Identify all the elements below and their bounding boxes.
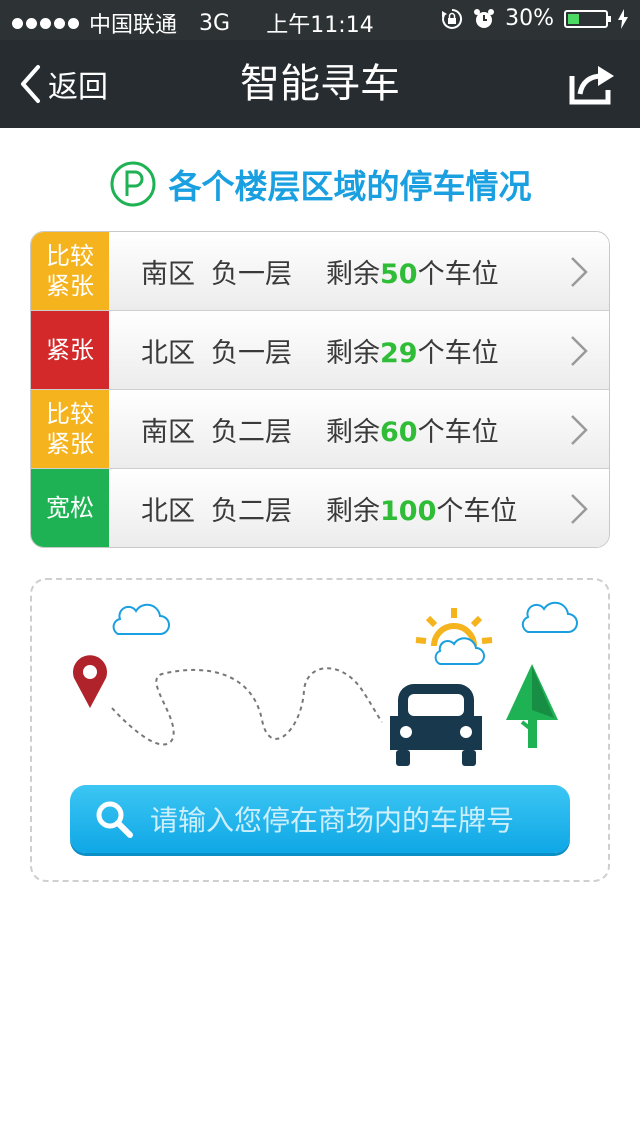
remaining-prefix: 剩余 bbox=[326, 416, 380, 448]
remaining-suffix: 个车位 bbox=[417, 258, 499, 290]
status-badge-label: 比较紧张 bbox=[46, 400, 94, 458]
status-badge: 宽松 bbox=[31, 469, 109, 547]
floor-row-text: 北区 负二层 剩余100个车位 bbox=[141, 489, 517, 528]
remaining-suffix: 个车位 bbox=[417, 337, 499, 369]
chevron-right-icon bbox=[571, 336, 588, 366]
section-heading: 各个楼层区域的停车情况 bbox=[0, 160, 640, 208]
remaining-count: 50 bbox=[380, 258, 418, 290]
battery-percent: 30% bbox=[505, 6, 554, 31]
floor-row-text: 北区 负一层 剩余29个车位 bbox=[141, 331, 499, 370]
remaining-prefix: 剩余 bbox=[326, 495, 380, 527]
area-label: 北区 bbox=[141, 495, 195, 527]
sun-icon bbox=[415, 608, 493, 647]
status-badge: 比较紧张 bbox=[31, 232, 109, 310]
charging-bolt-icon bbox=[618, 8, 628, 29]
floor-row-north-b1[interactable]: 紧张 北区 负一层 剩余29个车位 bbox=[31, 311, 609, 390]
floor-row-north-b2[interactable]: 宽松 北区 负二层 剩余100个车位 bbox=[31, 469, 609, 547]
find-car-illustration bbox=[73, 601, 578, 766]
remaining-prefix: 剩余 bbox=[326, 337, 380, 369]
chevron-left-icon bbox=[21, 65, 40, 103]
area-label: 南区 bbox=[141, 416, 195, 448]
route-path bbox=[111, 667, 383, 746]
chevron-right-icon bbox=[571, 494, 588, 524]
find-car-card: 请输入您停在商场内的车牌号 bbox=[30, 578, 610, 882]
floor-row-south-b2[interactable]: 比较紧张 南区 负二层 剩余60个车位 bbox=[31, 390, 609, 469]
status-badge: 紧张 bbox=[31, 311, 109, 389]
floor-list: 比较紧张 南区 负一层 剩余50个车位 紧张 北区 负一层 剩余29个车位 比较紧张 南… bbox=[30, 231, 610, 548]
floor-row-text: 南区 负一层 剩余50个车位 bbox=[141, 252, 499, 291]
rotation-lock-icon bbox=[442, 8, 463, 29]
remaining-suffix: 个车位 bbox=[417, 416, 499, 448]
cloud-icon bbox=[521, 601, 578, 633]
floor-label: 负二层 bbox=[211, 495, 292, 527]
parking-icon bbox=[110, 161, 155, 207]
heading-text: 各个楼层区域的停车情况 bbox=[168, 167, 532, 206]
car-icon bbox=[390, 684, 482, 766]
battery-icon bbox=[564, 9, 611, 28]
floor-row-south-b1[interactable]: 比较紧张 南区 负一层 剩余50个车位 bbox=[31, 232, 609, 311]
floor-label: 负二层 bbox=[211, 416, 292, 448]
floor-label: 负一层 bbox=[211, 258, 292, 290]
remaining-count: 29 bbox=[380, 337, 418, 369]
status-badge-label: 紧张 bbox=[46, 336, 94, 364]
remaining-count: 60 bbox=[380, 416, 418, 448]
floor-row-text: 南区 负二层 剩余60个车位 bbox=[141, 410, 499, 449]
status-badge-label: 比较紧张 bbox=[46, 242, 94, 300]
share-icon[interactable] bbox=[568, 62, 616, 106]
tree-icon bbox=[506, 664, 558, 748]
chevron-right-icon bbox=[571, 257, 588, 287]
chevron-right-icon bbox=[571, 415, 588, 445]
remaining-prefix: 剩余 bbox=[326, 258, 380, 290]
status-badge-label: 宽松 bbox=[46, 494, 94, 522]
plate-search-button[interactable]: 请输入您停在商场内的车牌号 bbox=[70, 785, 570, 853]
cloud-icon bbox=[112, 603, 170, 635]
search-icon bbox=[96, 801, 133, 838]
floor-label: 负一层 bbox=[211, 337, 292, 369]
cloud-icon bbox=[434, 637, 485, 665]
area-label: 北区 bbox=[141, 337, 195, 369]
status-right: 30% bbox=[441, 6, 628, 31]
back-button[interactable]: 返回 bbox=[18, 60, 108, 108]
battery-fill bbox=[568, 13, 579, 24]
status-badge: 比较紧张 bbox=[31, 390, 109, 468]
remaining-count: 100 bbox=[380, 495, 437, 527]
back-label: 返回 bbox=[48, 70, 108, 105]
location-pin-icon bbox=[73, 655, 107, 708]
nav-bar: 返回 智能寻车 bbox=[0, 40, 640, 128]
alarm-icon bbox=[474, 8, 495, 28]
area-label: 南区 bbox=[141, 258, 195, 290]
status-bar: 中国联通 3G 上午11:14 30% bbox=[0, 0, 640, 40]
plate-search-placeholder: 请输入您停在商场内的车牌号 bbox=[150, 804, 515, 837]
remaining-suffix: 个车位 bbox=[436, 495, 518, 527]
